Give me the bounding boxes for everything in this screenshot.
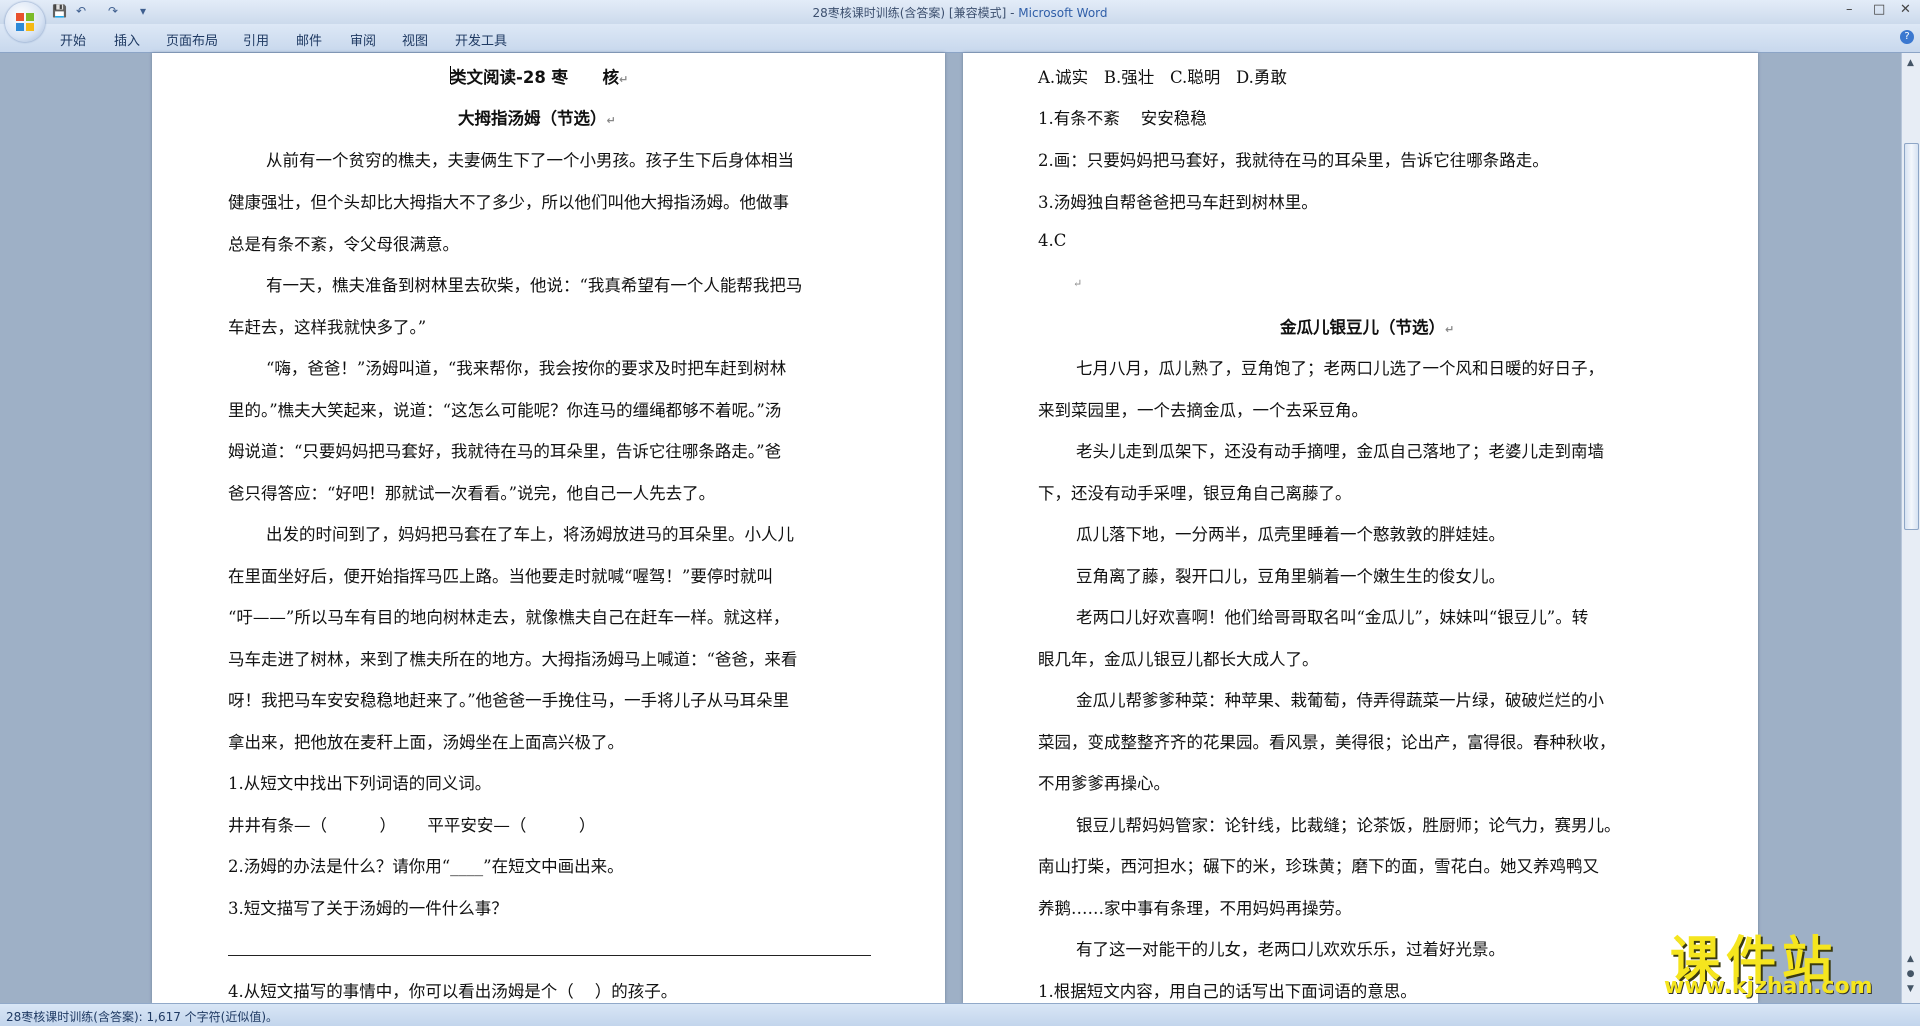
question-line: 2.汤姆的办法是什么？请你用“____”在短文中画出来。	[228, 857, 624, 876]
paragraph-line: 眼几年，金瓜儿银豆儿都长大成人了。	[1038, 650, 1319, 669]
office-logo-icon	[16, 13, 34, 31]
paragraph-mark: ↵	[619, 73, 629, 86]
ribbon-tabs: 开始 插入 页面布局 引用 邮件 审阅 视图 开发工具 ?	[0, 24, 1920, 53]
answer-line: 4.C	[1038, 231, 1067, 250]
close-button[interactable]: ✕	[1900, 2, 1911, 17]
paragraph-line: 马车走进了树林，来到了樵夫所在的地方。大拇指汤姆马上喊道：“爸爸，来看	[228, 650, 798, 669]
title-bar: 💾 ↶ ↷ ▾ 28枣核课时训练(含答案) [兼容模式] - Microsoft…	[0, 0, 1920, 42]
question-line: 3.短文描写了关于汤姆的一件什么事？	[228, 899, 508, 918]
paragraph-line: 老两口儿好欢喜啊！他们给哥哥取名叫“金瓜儿”，妹妹叫“银豆儿”。转	[1076, 608, 1589, 627]
paragraph-line: 总是有条不紊，令父母很满意。	[228, 235, 459, 254]
story-title: 金瓜儿银豆儿（节选）↵	[1280, 314, 1454, 338]
paragraph-line: 姆说道：“只要妈妈把马套好，我就待在马的耳朵里，告诉它往哪条路走。”爸	[228, 442, 782, 461]
status-bar: 28枣核课时训练(含答案): 1,617 个字符(近似值)。	[0, 1003, 1920, 1026]
help-icon[interactable]: ?	[1900, 30, 1914, 44]
tab-insert[interactable]: 插入	[114, 30, 140, 49]
paragraph-line: “吁——”所以马车有目的地向树林走去，就像樵夫自己在赶车一样。就这样，	[228, 608, 790, 627]
watermark-url: www.kjzhan.com	[1664, 974, 1873, 999]
office-button[interactable]	[5, 2, 45, 42]
empty-paragraph: ↵	[1073, 272, 1082, 291]
paragraph-line: 健康强壮，但个头却比大拇指大不了多少，所以他们叫他大拇指汤姆。他做事	[228, 193, 789, 212]
previous-page-icon[interactable]: ▲	[1904, 953, 1917, 966]
tab-view[interactable]: 视图	[402, 30, 428, 49]
question-line: 4.从短文描写的事情中，你可以看出汤姆是个（ ）的孩子。	[228, 982, 678, 1001]
story-title-text: 大拇指汤姆（节选）	[458, 109, 607, 128]
paragraph-line: 呀！我把马车安安稳稳地赶来了。”他爸爸一手挽住马，一手将儿子从马耳朵里	[228, 691, 790, 710]
tab-page-layout[interactable]: 页面布局	[166, 30, 218, 49]
paragraph-line: 南山打柴，西河担水；碾下的米，珍珠黄；磨下的面，雪花白。她又养鸡鸭又	[1038, 857, 1599, 876]
paragraph-line: 瓜儿落下地，一分两半，瓜壳里睡着一个憨敦敦的胖娃娃。	[1076, 525, 1505, 544]
paragraph-line: 豆角离了藤，裂开口儿，豆角里躺着一个嫩生生的俊女儿。	[1076, 567, 1505, 586]
paragraph-line: 七月八月，瓜儿熟了，豆角饱了；老两口儿选了一个风和日暖的好日子，	[1076, 359, 1604, 378]
site-watermark: 课件站 www.kjzhan.com	[1660, 920, 1900, 1000]
document-title: 28枣核课时训练(含答案) [兼容模式] -	[812, 6, 1019, 20]
page-title: 类文阅读-28 枣 核↵	[450, 64, 628, 88]
answer-line: A.诚实 B.强壮 C.聪明 D.勇敢	[1038, 68, 1287, 87]
paragraph-line: 爸只得答应：“好吧！那就试一次看看。”说完，他自己一人先去了。	[228, 484, 716, 503]
paragraph-line: 金瓜儿帮爹爹种菜：种苹果、栽葡萄，侍弄得蔬菜一片绿，破破烂烂的小	[1076, 691, 1604, 710]
maximize-button[interactable]: □	[1873, 2, 1885, 17]
paragraph-line: 在里面坐好后，便开始指挥马匹上路。当他要走时就喊“喔驾！”要停时就叫	[228, 567, 773, 586]
paragraph-line: 下，还没有动手采哩，银豆角自己离藤了。	[1038, 484, 1352, 503]
paragraph-line: 菜园，变成整整齐齐的花果园。看风景，美得很；论出产，富得很。春种秋收，	[1038, 733, 1616, 752]
document-page-right[interactable]: A.诚实 B.强壮 C.聪明 D.勇敢 1.有条不紊 安安稳稳 2.画：只要妈妈…	[963, 53, 1758, 1003]
tab-references[interactable]: 引用	[243, 30, 269, 49]
minimize-button[interactable]: –	[1846, 2, 1853, 17]
answer-line: 2.画：只要妈妈把马套好，我就待在马的耳朵里，告诉它往哪条路走。	[1038, 151, 1549, 170]
paragraph-line: 银豆儿帮妈妈管家：论针线，比裁缝；论茶饭，胜厨师；论气力，赛男儿。	[1076, 816, 1621, 835]
paragraph-line: 不用爹爹再操心。	[1038, 774, 1170, 793]
paragraph-line: 拿出来，把他放在麦秆上面，汤姆坐在上面高兴极了。	[228, 733, 624, 752]
paragraph-line: “嗨，爸爸！”汤姆叫道，“我来帮你，我会按你的要求及时把车赶到树林	[266, 359, 787, 378]
document-page-left[interactable]: 类文阅读-28 枣 核↵ 大拇指汤姆（节选）↵ 从前有一个贫穷的樵夫，夫妻俩生下…	[152, 53, 945, 1003]
scroll-up-icon[interactable]: ▲	[1904, 57, 1917, 70]
tab-review[interactable]: 审阅	[350, 30, 376, 49]
paragraph-line: 老头儿走到瓜架下，还没有动手摘哩，金瓜自己落地了；老婆儿走到南墙	[1076, 442, 1604, 461]
paragraph-line: 养鹅……家中事有条理，不用妈妈再操劳。	[1038, 899, 1352, 918]
paragraph-mark: ↵	[1073, 277, 1083, 290]
question-line: 1.根据短文内容，用自己的话写出下面词语的意思。	[1038, 982, 1417, 1001]
answer-underline	[228, 955, 871, 956]
paragraph-line: 有一天，樵夫准备到树林里去砍柴，他说：“我真希望有一个人能帮我把马	[266, 276, 803, 295]
paragraph-line: 里的。”樵夫大笑起来，说道：“这怎么可能呢？你连马的缰绳都够不着呢。”汤	[228, 401, 782, 420]
paragraph-line: 车赶去，这样我就快多了。”	[228, 318, 427, 337]
paragraph-line: 有了这一对能干的儿女，老两口儿欢欢乐乐，过着好光景。	[1076, 940, 1505, 959]
story-title: 大拇指汤姆（节选）↵	[458, 105, 616, 129]
word-count-status[interactable]: 28枣核课时训练(含答案): 1,617 个字符(近似值)。	[6, 1008, 278, 1025]
answer-line: 3.汤姆独自帮爸爸把马车赶到树林里。	[1038, 193, 1318, 212]
question-line: 1.从短文中找出下列词语的同义词。	[228, 774, 492, 793]
answer-line: 1.有条不紊 安安稳稳	[1038, 109, 1207, 128]
browse-object-icon[interactable]: ●	[1904, 968, 1917, 981]
scroll-thumb[interactable]	[1904, 143, 1919, 530]
story-title-text: 金瓜儿银豆儿（节选）	[1280, 318, 1445, 337]
paragraph-line: 来到菜园里，一个去摘金瓜，一个去采豆角。	[1038, 401, 1368, 420]
tab-developer[interactable]: 开发工具	[455, 30, 507, 49]
paragraph-line: 从前有一个贫穷的樵夫，夫妻俩生下了一个小男孩。孩子生下后身体相当	[266, 151, 794, 170]
tab-home[interactable]: 开始	[60, 30, 86, 49]
paragraph-mark: ↵	[606, 114, 616, 127]
paragraph-line: 出发的时间到了，妈妈把马套在了车上，将汤姆放进马的耳朵里。小人儿	[266, 525, 794, 544]
window-title: 28枣核课时训练(含答案) [兼容模式] - Microsoft Word	[0, 4, 1920, 21]
app-name: Microsoft Word	[1018, 6, 1108, 20]
vertical-scrollbar[interactable]: ▲ ▲ ● ▼	[1901, 53, 1920, 1003]
question-line: 井井有条—（ ） 平平安安—（ ）	[228, 816, 596, 835]
page-title-text: 类文阅读-28 枣 核	[450, 68, 620, 87]
tab-mailings[interactable]: 邮件	[296, 30, 322, 49]
paragraph-mark: ↵	[1445, 323, 1455, 336]
next-page-icon[interactable]: ▼	[1904, 983, 1917, 996]
